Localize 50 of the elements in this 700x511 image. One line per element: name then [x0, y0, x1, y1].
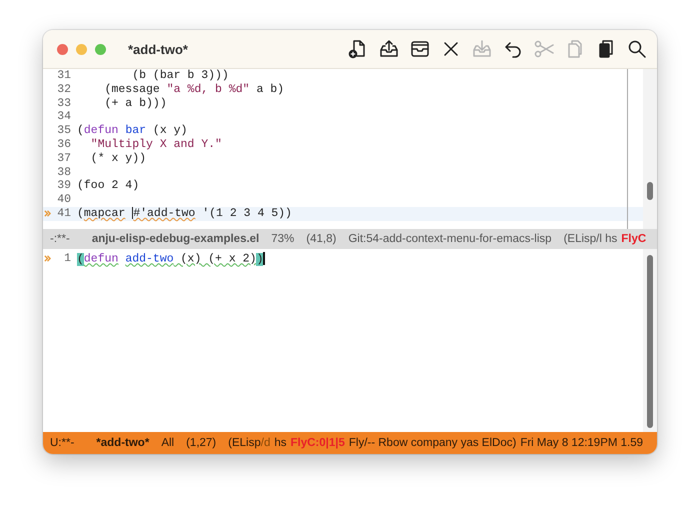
- line-number: 39: [56, 179, 71, 194]
- scrollbar[interactable]: [643, 69, 657, 229]
- mode-line-item: FlyC: [621, 233, 646, 245]
- code-line: (b (bar b 3))): [131, 69, 229, 83]
- mode-line-item: (ELisp/l hs: [564, 233, 618, 245]
- mode-line-item: anju-elisp-edebug-examples.el: [92, 233, 260, 245]
- mode-line-item: hs: [274, 437, 286, 449]
- scrollbar[interactable]: [643, 249, 657, 432]
- line-number: 35: [56, 124, 71, 138]
- tray-icon[interactable]: [410, 39, 430, 59]
- mode-line-item: All: [161, 437, 174, 449]
- code-line: (message "a %d, b %d" a b): [104, 82, 284, 97]
- mode-line-item: /d: [260, 437, 270, 449]
- mode-line-item: (ELisp: [228, 437, 261, 449]
- zoom-window-button[interactable]: [95, 44, 106, 54]
- line-number: 31: [56, 69, 71, 83]
- line-number: 36: [56, 138, 71, 152]
- mode-line-item: (41,8): [306, 233, 336, 245]
- line-number: 32: [56, 82, 71, 97]
- mode-line-item: (1,27): [186, 437, 216, 449]
- line-number: 34: [56, 110, 71, 124]
- search-icon[interactable]: [627, 39, 647, 59]
- code-line: (mapcar #'add-two '(1 2 3 4 5)): [77, 206, 292, 221]
- text-cursor: [263, 252, 266, 265]
- mode-line-item: *add-two*: [96, 437, 150, 449]
- code-line: (defun bar (x y): [77, 124, 188, 138]
- upload-tray-icon[interactable]: [379, 39, 399, 59]
- mode-line-item: Git:54-add-context-menu-for-emacs-lisp: [348, 233, 552, 245]
- mode-line-item: Fri May 8 12:19PM 1.59: [520, 437, 644, 449]
- close-window-button[interactable]: [57, 44, 68, 54]
- code-line: (foo 2 4): [77, 179, 140, 194]
- code-line: (* x y)): [90, 152, 146, 166]
- code-editor[interactable]: 31 (b (bar b 3))) 32 (message "a %d, b %d" a b) 33 (+ a b))) 34 35 (defun bar (x y) 36 "Multiply X and Y." 37 (* x y)) 38 39 (foo 2 4) 40 41 (mapcar #'add-two '(1 2 3 4 5)): [43, 69, 643, 229]
- mode-line-item: U:**-: [50, 437, 74, 449]
- new-file-icon[interactable]: [348, 39, 368, 59]
- mode-line-item: 73%: [271, 233, 294, 245]
- line-number: 33: [56, 96, 71, 110]
- text-cursor: [132, 206, 134, 219]
- mode-line-item: Fly/-- Rbow company yas ElDoc): [348, 437, 516, 449]
- mode-line-item: -:**-: [50, 233, 70, 245]
- line-number: 41: [56, 206, 71, 221]
- line-number: 1: [63, 252, 71, 266]
- code-line: (defun add-two (x) (+ x 2)): [77, 252, 266, 266]
- code-line: "Multiply X and Y.": [90, 138, 222, 152]
- line-number: 37: [56, 152, 71, 166]
- line-number: 38: [56, 166, 71, 180]
- line-number: 40: [56, 193, 71, 207]
- code-line: (+ a b))): [104, 96, 167, 110]
- window-title: *add-two*: [128, 42, 188, 56]
- mode-line-item: FlyC:0|1|5: [290, 437, 345, 449]
